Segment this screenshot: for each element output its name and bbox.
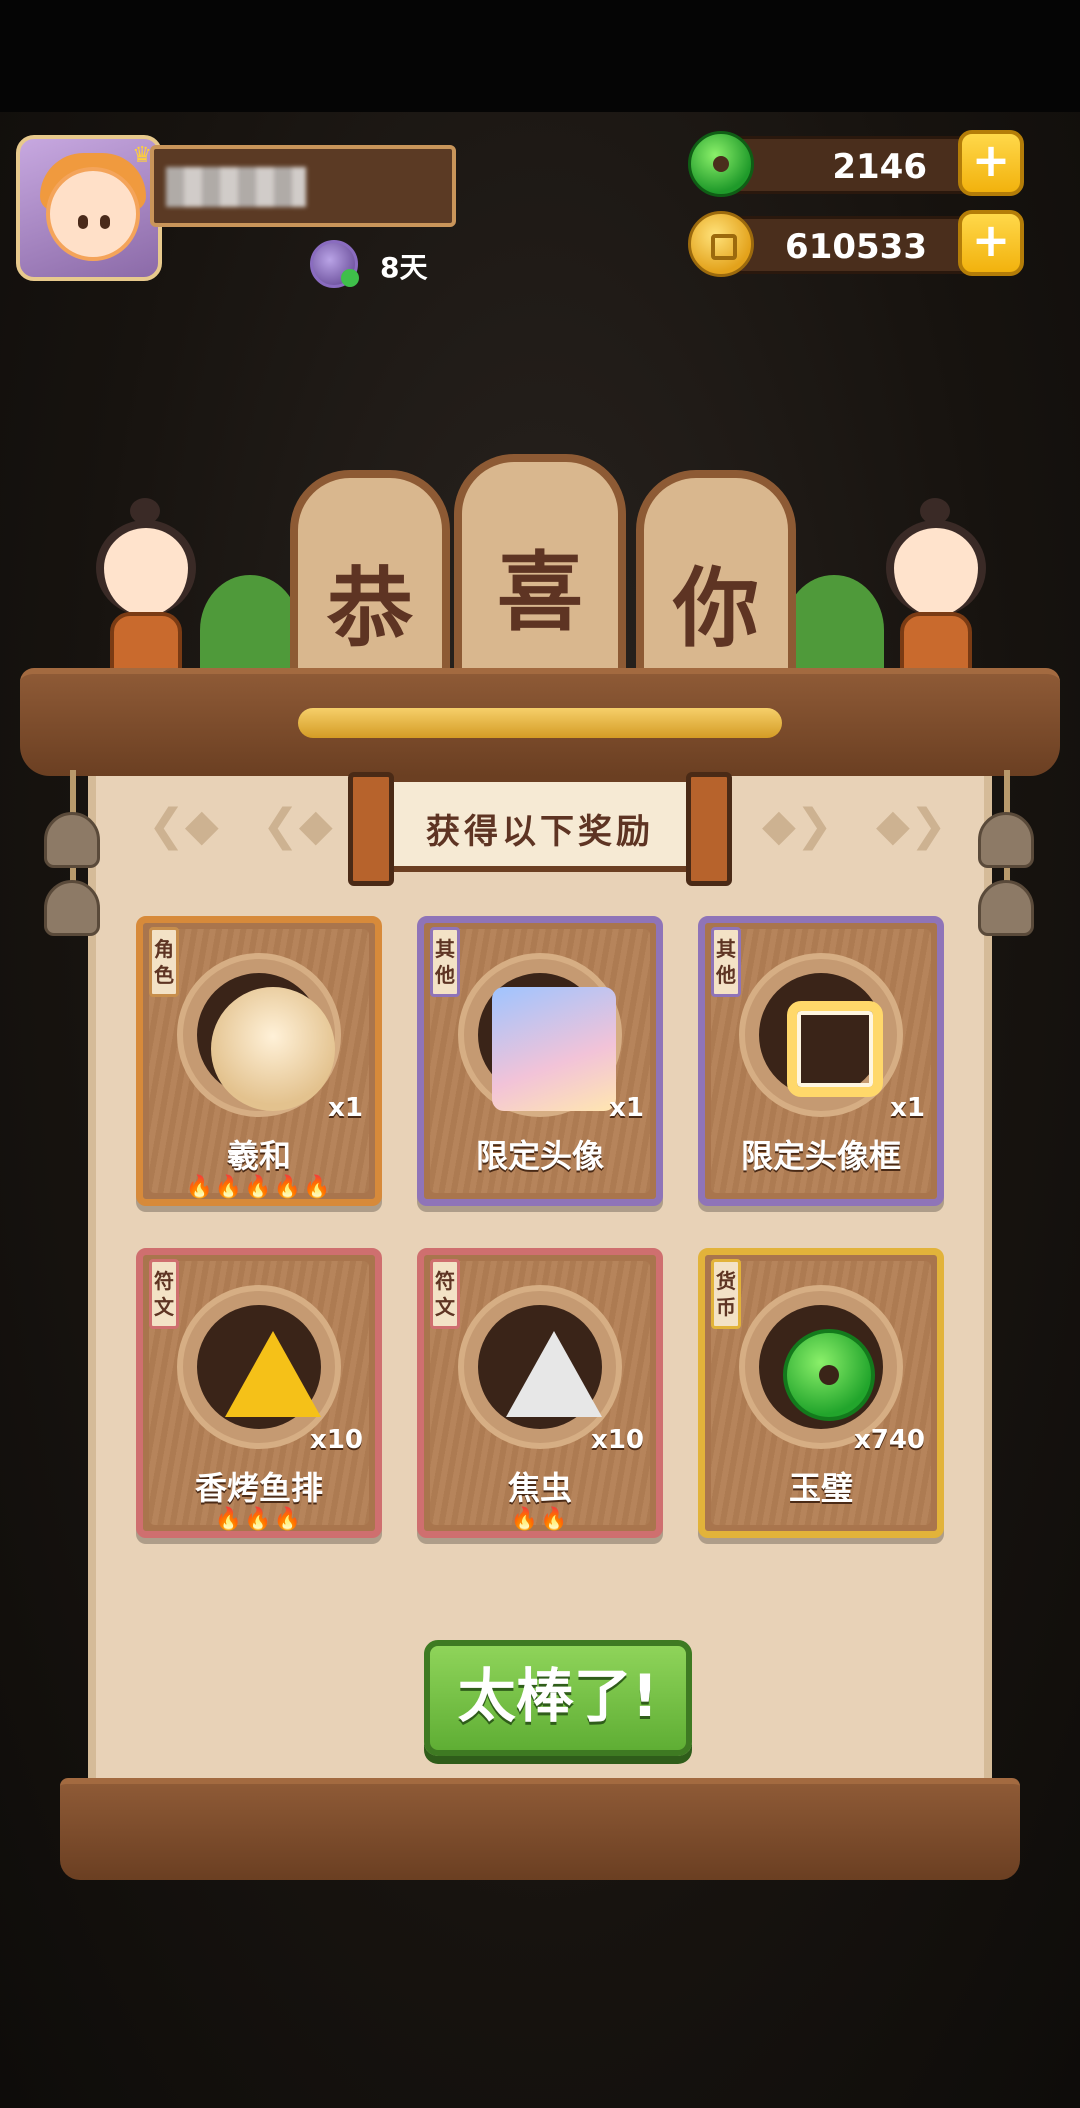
avatar-portrait <box>492 987 616 1111</box>
status-bar <box>0 0 1080 112</box>
reward-category-tag: 其他 <box>430 927 460 997</box>
jade-amount: 2146 <box>832 147 927 187</box>
reward-category-tag: 其他 <box>711 927 741 997</box>
reward-category-tag: 符文 <box>430 1259 460 1329</box>
reward-title: 获得以下奖励 <box>426 812 654 852</box>
jade-icon <box>688 131 754 197</box>
banner-plaque: 喜 <box>454 454 626 690</box>
child-head <box>96 520 196 616</box>
reward-quantity: x740 <box>853 1425 925 1455</box>
coin-amount: 610533 <box>785 227 927 267</box>
banner-plaque: 恭 <box>290 470 450 690</box>
item-slot <box>478 973 616 1111</box>
reward-name: 羲和 <box>226 1137 291 1175</box>
reward-name: 限定头像 <box>475 1137 604 1175</box>
reward-category-tag: 角色 <box>149 927 179 997</box>
reward-card[interactable]: 其他 x1 限定头像框 <box>698 916 944 1206</box>
add-coin-button[interactable]: + <box>958 210 1024 276</box>
reward-quantity: x1 <box>890 1093 925 1123</box>
reward-name: 限定头像框 <box>740 1137 901 1175</box>
item-ring <box>177 953 341 1117</box>
player-avatar[interactable]: ♛ <box>16 135 162 281</box>
bell-icon <box>978 880 1034 936</box>
player-name-bar <box>150 145 456 227</box>
fish-decoration-icon: ◆❯ <box>876 800 947 851</box>
blurred-player-name <box>166 167 306 207</box>
reward-card[interactable]: 符文 x10 香烤鱼排 🔥🔥🔥 <box>136 1248 382 1538</box>
avatar-face <box>46 167 140 261</box>
reward-card[interactable]: 符文 x10 焦虫 🔥🔥 <box>417 1248 663 1538</box>
reward-name: 玉璧 <box>788 1469 853 1507</box>
item-slot <box>197 1305 321 1429</box>
bell-icon <box>978 812 1034 868</box>
avatar-frame-icon <box>787 1001 883 1097</box>
banner-char: 恭 <box>327 558 413 659</box>
reward-name: 香烤鱼排 <box>194 1469 323 1507</box>
child-head <box>886 520 986 616</box>
reward-name: 焦虫 <box>507 1469 572 1507</box>
login-days-label: 8天 <box>380 251 428 284</box>
reward-quantity: x1 <box>328 1093 363 1123</box>
bell-icon <box>44 880 100 936</box>
reward-category-tag: 货币 <box>711 1259 741 1329</box>
beam-gold-bar <box>298 708 782 738</box>
reward-card[interactable]: 货币 x740 玉璧 <box>698 1248 944 1538</box>
item-ring <box>458 953 622 1117</box>
bottom-beam <box>60 1778 1020 1880</box>
reward-card[interactable]: 角色 x1 羲和 🔥🔥🔥🔥🔥 <box>136 916 382 1206</box>
confirm-button[interactable]: 太棒了! <box>424 1640 692 1756</box>
reward-title-scroll: 获得以下奖励 <box>348 772 732 886</box>
item-slot <box>478 1305 602 1429</box>
coin-icon <box>688 211 754 277</box>
item-slot <box>759 973 883 1097</box>
jade-icon <box>783 1329 875 1421</box>
reward-quantity: x1 <box>609 1093 644 1123</box>
reward-card[interactable]: 其他 x1 限定头像 <box>417 916 663 1206</box>
reward-category-tag: 符文 <box>149 1259 179 1329</box>
add-jade-button[interactable]: + <box>958 130 1024 196</box>
character-portrait <box>211 987 335 1111</box>
reward-quantity: x10 <box>591 1425 644 1455</box>
item-slot <box>759 1305 883 1429</box>
fish-rune-icon <box>225 1331 321 1417</box>
rarity-flames: 🔥🔥🔥🔥🔥 <box>185 1175 333 1200</box>
banner-plaque: 你 <box>636 470 796 690</box>
item-slot <box>197 973 335 1111</box>
child-figure-left <box>86 498 206 690</box>
fish-decoration-icon: ◆❯ <box>762 800 833 851</box>
bell-icon <box>44 812 100 868</box>
fish-decoration-icon: ❮◆ <box>148 800 219 851</box>
rarity-flames: 🔥🔥 <box>510 1507 570 1532</box>
rarity-flames: 🔥🔥🔥 <box>214 1507 304 1532</box>
reward-quantity: x10 <box>310 1425 363 1455</box>
login-days-icon <box>310 240 359 288</box>
item-ring <box>739 953 903 1117</box>
fish-decoration-icon: ❮◆ <box>262 800 333 851</box>
avatar-eye <box>78 215 88 229</box>
game-screen: ♛ 8天 2146 + 610533 + 恭 喜 你 ❮◆ ❮◆ ◆❯ ◆❯ 获… <box>0 0 1080 2108</box>
avatar-eye <box>100 215 110 229</box>
banner-char: 你 <box>673 558 759 659</box>
bug-rune-icon <box>506 1331 602 1417</box>
banner-char: 喜 <box>497 542 583 643</box>
child-figure-right <box>876 498 996 690</box>
